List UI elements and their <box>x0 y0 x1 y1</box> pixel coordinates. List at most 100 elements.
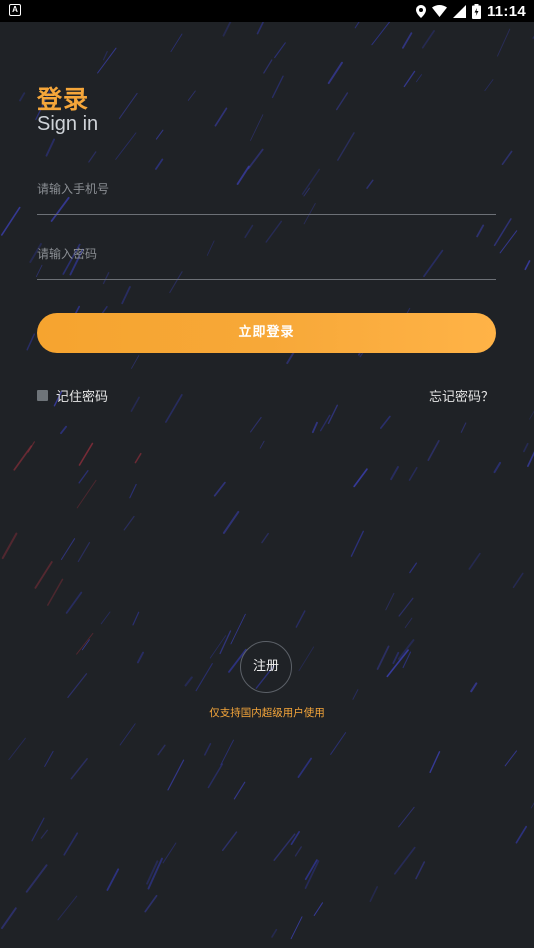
background-streak <box>295 610 306 628</box>
remember-label[interactable]: 记住密码 <box>56 386 108 405</box>
background-streak <box>336 92 349 111</box>
background-streak <box>261 532 269 544</box>
background-streak <box>250 416 262 433</box>
background-streak <box>460 422 467 433</box>
background-streak <box>60 425 67 435</box>
forgot-password-link[interactable]: 忘记密码？ <box>429 386 494 405</box>
background-streak <box>67 673 88 699</box>
background-streak <box>77 541 91 563</box>
background-streak <box>213 481 226 497</box>
background-streak <box>47 578 64 606</box>
background-streak <box>250 114 264 141</box>
background-streak <box>403 70 416 88</box>
background-streak <box>34 561 53 589</box>
background-streak <box>25 864 48 893</box>
background-streak <box>263 59 273 74</box>
background-streak <box>385 592 395 611</box>
password-field <box>37 238 496 280</box>
background-streak <box>271 75 284 99</box>
background-streak <box>527 451 534 467</box>
wifi-icon <box>431 5 447 17</box>
background-streak <box>501 150 513 165</box>
background-streak <box>408 467 418 481</box>
background-streak <box>244 224 254 239</box>
background-streak <box>350 530 364 557</box>
background-streak <box>271 928 278 938</box>
background-streak <box>130 396 140 412</box>
background-streak <box>13 445 33 471</box>
background-streak <box>421 30 435 49</box>
background-streak <box>294 846 302 857</box>
background-streak <box>524 260 531 271</box>
background-streak <box>187 90 196 101</box>
background-streak <box>404 617 413 629</box>
background-streak <box>118 92 138 119</box>
register-button[interactable]: 注册 <box>240 641 292 693</box>
background-streak <box>170 33 183 53</box>
background-streak <box>298 646 315 672</box>
background-streak <box>60 538 76 560</box>
background-streak <box>63 832 79 856</box>
background-streak <box>121 286 131 305</box>
background-streak <box>219 630 232 655</box>
background-streak <box>390 466 399 481</box>
background-streak <box>207 763 224 789</box>
background-streak <box>1 532 18 560</box>
background-streak <box>123 515 135 531</box>
background-streak <box>398 597 414 617</box>
background-streak <box>220 739 234 766</box>
background-streak <box>45 138 56 157</box>
background-streak <box>78 442 94 466</box>
login-button[interactable]: 立即登录 <box>37 313 496 353</box>
background-streak <box>415 74 422 83</box>
background-streak <box>369 886 379 903</box>
status-icons: 11:14 <box>415 0 526 22</box>
background-streak <box>115 132 137 160</box>
location-icon <box>415 4 426 18</box>
background-streak <box>76 632 94 655</box>
background-streak <box>134 452 142 464</box>
background-streak <box>195 663 213 692</box>
background-streak <box>221 831 238 851</box>
background-streak <box>1 907 17 930</box>
background-streak <box>44 750 54 767</box>
background-streak <box>106 868 120 891</box>
background-streak <box>155 129 164 140</box>
background-streak <box>392 651 400 664</box>
background-streak <box>290 831 300 846</box>
background-streak <box>19 92 26 102</box>
background-streak <box>529 410 534 420</box>
background-streak <box>214 107 228 127</box>
background-streak <box>290 916 303 940</box>
background-streak <box>184 676 193 687</box>
background-streak <box>256 21 264 35</box>
background-streak <box>401 32 413 49</box>
background-streak <box>100 611 111 625</box>
background-streak <box>102 50 108 61</box>
background-streak <box>274 42 286 59</box>
background-streak <box>26 333 36 351</box>
password-input[interactable] <box>37 238 496 270</box>
background-streak <box>470 682 478 693</box>
background-streak <box>247 148 264 170</box>
background-streak <box>273 833 296 861</box>
login-screen: A 11:14 登录 Sign in 立即登录 <box>0 0 534 948</box>
background-streak <box>297 757 312 778</box>
background-streak <box>155 158 164 170</box>
background-streak <box>147 857 163 890</box>
background-streak <box>398 806 415 828</box>
phone-input[interactable] <box>37 172 496 206</box>
remember-checkbox[interactable] <box>37 390 48 401</box>
background-streak <box>327 404 338 424</box>
status-bar: A 11:14 <box>0 0 534 22</box>
background-streak <box>8 737 26 761</box>
background-streak <box>504 750 517 767</box>
remember-password[interactable]: 记住密码 <box>37 386 108 405</box>
background-streak <box>204 743 212 756</box>
background-streak <box>484 79 494 92</box>
background-streak <box>376 645 390 670</box>
status-time: 11:14 <box>486 2 526 20</box>
background-streak <box>523 442 529 453</box>
background-streak <box>337 132 355 161</box>
background-streaks <box>0 10 534 940</box>
